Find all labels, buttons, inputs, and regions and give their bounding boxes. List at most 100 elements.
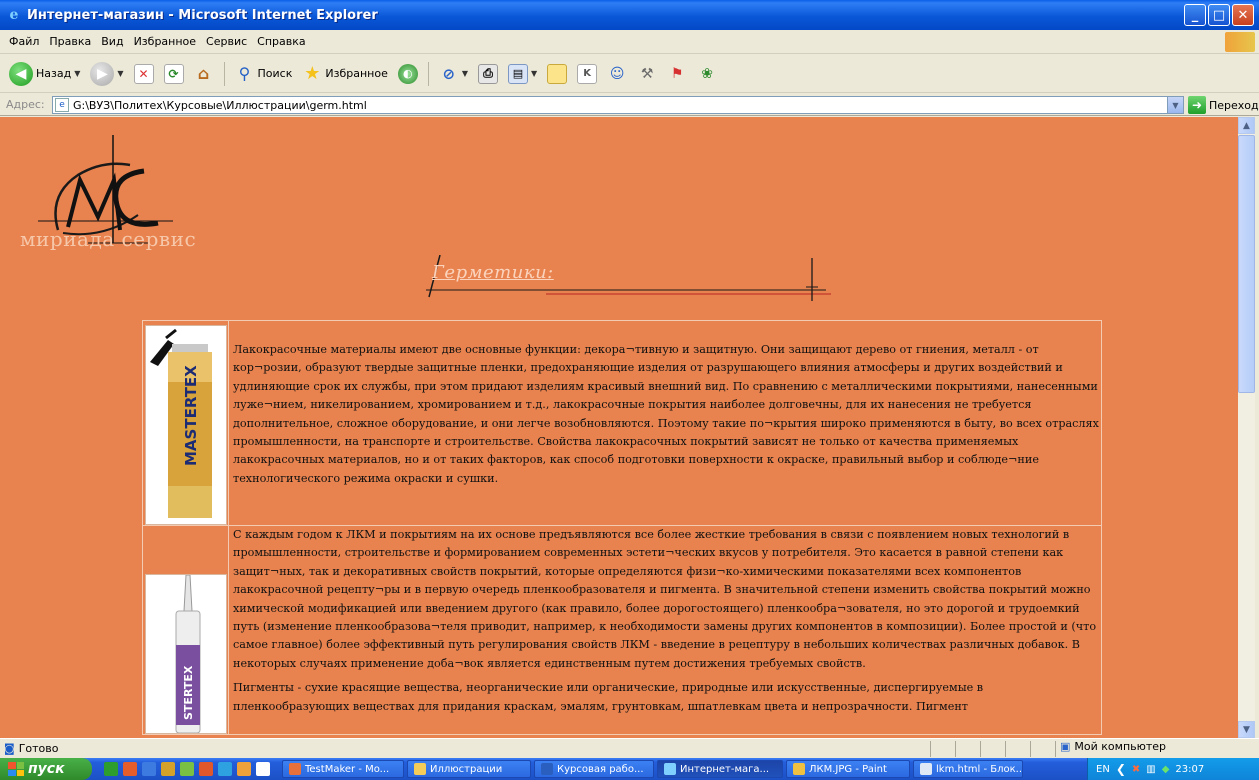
taskbar-item[interactable]: Иллюстрации (407, 760, 531, 778)
flag-icon: ⚑ (670, 65, 684, 82)
language-indicator[interactable]: EN (1096, 764, 1110, 775)
address-input[interactable]: e G:\ВУЗ\Политех\Курсовые\Иллюстрации\ge… (52, 96, 1184, 114)
tube-brand-text: STERTEX (182, 665, 195, 720)
computer-icon: ▣ (1060, 740, 1071, 753)
forward-arrow-icon: ▶ (90, 61, 115, 86)
status-divider (980, 741, 981, 757)
taskbar-item-active[interactable]: Интернет-мага... (657, 760, 783, 778)
quick-launch (104, 762, 270, 776)
products-table: MASTERTEX Лакокрасочные материалы имеют … (142, 320, 1102, 735)
history-icon: ⊘ (442, 64, 456, 83)
chevron-down-icon: ▼ (531, 69, 538, 78)
menu-bar: Файл Правка Вид Избранное Сервис Справка (0, 30, 1259, 54)
scroll-down-icon[interactable]: ▼ (1238, 721, 1255, 738)
media-icon: ◐ (397, 63, 418, 84)
taskbar-item-label: Курсовая рабо... (557, 763, 644, 775)
menu-help[interactable]: Справка (252, 35, 310, 48)
toolbar-separator (223, 61, 225, 86)
address-dropdown-icon[interactable]: ▼ (1167, 96, 1184, 114)
favorites-label: Избранное (325, 67, 388, 80)
taskbar-item-label: Иллюстрации (430, 763, 503, 775)
tool-button-2[interactable]: ⚑ (664, 59, 690, 89)
discuss-button[interactable] (544, 59, 570, 89)
product-description-continued: Пигменты - сухие красящие вещества, неор… (233, 681, 984, 713)
taskbar-item[interactable]: lkm.html - Блок... (913, 760, 1023, 778)
quick-launch-icon[interactable] (180, 762, 194, 776)
status-text: Готово (18, 742, 59, 755)
status-divider (1055, 741, 1056, 757)
can-brand-text: MASTERTEX (182, 365, 200, 466)
product-image-sealant: STERTEX (144, 574, 227, 734)
network-icon[interactable]: ▥ (1146, 764, 1155, 775)
go-button[interactable]: ➜ Переход (1188, 96, 1259, 114)
media-button[interactable]: ◐ (395, 59, 421, 89)
quick-launch-icon[interactable] (237, 762, 251, 776)
status-page-icon: ◙ (4, 742, 15, 755)
taskbar-item[interactable]: TestMaker - Mo... (282, 760, 404, 778)
search-button[interactable]: ⚲ Поиск (232, 59, 296, 89)
search-label: Поиск (257, 67, 293, 80)
start-button[interactable]: пуск (0, 758, 92, 780)
product-description-cell: С каждым годом к ЛКМ и покрытиям на их о… (228, 525, 1102, 735)
home-button[interactable]: ⌂ (191, 59, 217, 89)
quick-launch-icon[interactable] (142, 762, 156, 776)
windows-logo-icon (1225, 32, 1255, 52)
vertical-scrollbar[interactable]: ▲ ▼ (1238, 117, 1255, 738)
print-button[interactable]: ⎙ (475, 59, 501, 89)
shield-icon[interactable]: ◆ (1162, 764, 1170, 775)
quick-launch-icon[interactable] (104, 762, 118, 776)
taskbar-item[interactable]: ЛКМ.JPG - Paint (786, 760, 910, 778)
product-image-cell: STERTEX (142, 525, 229, 735)
tray-arrow-icon[interactable]: ❮ (1116, 762, 1126, 776)
taskbar-item[interactable]: Курсовая рабо... (534, 760, 654, 778)
back-button[interactable]: ◀ Назад ▼ (6, 59, 83, 89)
research-button[interactable]: K (574, 59, 600, 89)
antivirus-icon[interactable]: ✖ (1132, 764, 1140, 775)
people-icon: ☺ (609, 65, 625, 82)
start-label: пуск (28, 761, 65, 777)
scroll-thumb[interactable] (1238, 135, 1255, 393)
forward-button[interactable]: ▶ ▼ (87, 59, 126, 89)
security-zone: ▣ Мой компьютер (1060, 740, 1166, 753)
tools-icon: ⚒ (640, 65, 654, 82)
menu-favorites[interactable]: Избранное (129, 35, 201, 48)
tool-button-1[interactable]: ⚒ (634, 59, 660, 89)
tool-button-3[interactable]: ❀ (694, 59, 720, 89)
scroll-up-icon[interactable]: ▲ (1238, 117, 1255, 134)
page-content: мириада сервис Герметики: MASTERTEX Лако… (0, 117, 1238, 738)
chevron-down-icon: ▼ (461, 69, 468, 78)
quick-launch-icon[interactable] (123, 762, 137, 776)
sealant-tube-image: STERTEX (145, 574, 226, 734)
status-divider (1005, 741, 1006, 757)
quick-launch-icon[interactable] (218, 762, 232, 776)
logo-text: мириада сервис (20, 227, 197, 251)
messenger-icon: ❀ (701, 65, 714, 82)
close-button[interactable]: ✕ (1232, 4, 1254, 26)
stop-button[interactable]: ✕ (131, 59, 157, 89)
go-arrow-icon: ➜ (1188, 96, 1206, 114)
toolbar-separator (427, 61, 429, 86)
product-description: Лакокрасочные материалы имеют две основн… (233, 343, 1099, 485)
paint-icon (793, 763, 805, 775)
minimize-button[interactable]: _ (1184, 4, 1206, 26)
toolbar: ◀ Назад ▼ ▶ ▼ ✕ ⟳ ⌂ ⚲ Поиск ★ Избранное … (0, 55, 1259, 93)
favorites-button[interactable]: ★ Избранное (299, 59, 390, 89)
menu-edit[interactable]: Правка (44, 35, 96, 48)
title-bar[interactable]: e Интернет-магазин - Microsoft Internet … (0, 0, 1259, 30)
maximize-button[interactable]: □ (1208, 4, 1230, 26)
status-divider (930, 741, 931, 757)
menu-file[interactable]: Файл (4, 35, 44, 48)
quick-launch-icon[interactable] (256, 762, 270, 776)
quick-launch-icon[interactable] (199, 762, 213, 776)
edit-button[interactable]: ▤ ▼ (505, 59, 540, 89)
print-icon: ⎙ (478, 63, 498, 84)
history-button[interactable]: ⊘ ▼ (436, 59, 471, 89)
messenger-button[interactable]: ☺ (604, 59, 630, 89)
quick-launch-icon[interactable] (161, 762, 175, 776)
menu-tools[interactable]: Сервис (201, 35, 252, 48)
menu-view[interactable]: Вид (96, 35, 128, 48)
address-label: Адрес: (6, 98, 45, 111)
refresh-button[interactable]: ⟳ (161, 59, 187, 89)
refresh-icon: ⟳ (163, 63, 184, 84)
home-icon: ⌂ (197, 64, 210, 83)
